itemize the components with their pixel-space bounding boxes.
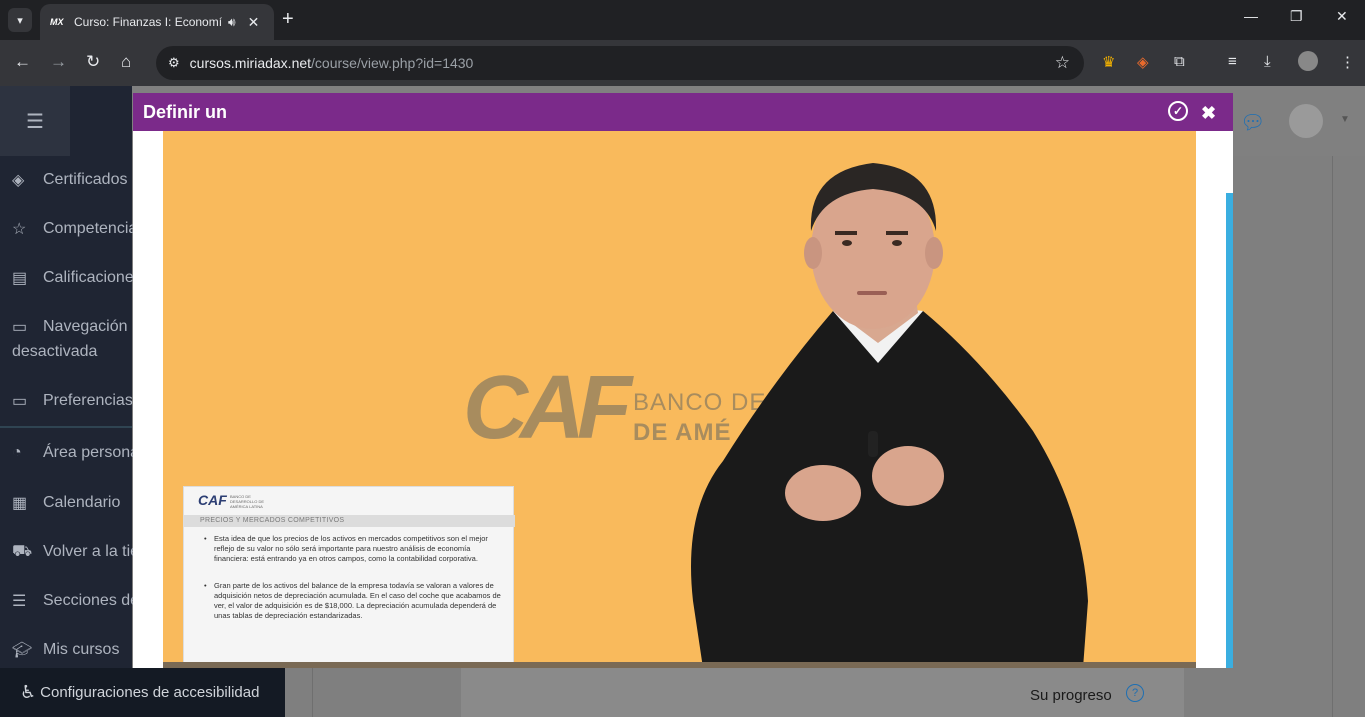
close-icon[interactable]: ✕ [248, 14, 260, 31]
accessibility-icon: ♿︎ [20, 682, 37, 702]
back-icon[interactable]: ← [14, 52, 31, 72]
divider [1332, 156, 1333, 717]
site-settings-icon[interactable]: ⚙ [168, 55, 180, 71]
url-text[interactable]: cursos.miriadax.net/course/view.php?id=1… [190, 55, 474, 71]
download-icon[interactable]: ⤓ [1264, 53, 1271, 70]
hamburger-menu-icon[interactable]: ☰ [0, 86, 70, 156]
close-window-icon[interactable]: ✕ [1336, 8, 1348, 25]
video-player[interactable]: CAF BANCO DE DE AMÉ CAF BANCO DE DESARRO… [163, 131, 1196, 668]
graduation-cap-icon: 🎓︎ [12, 642, 33, 659]
sidebar-item-label: Navegación [43, 318, 128, 335]
sidebar-item-label: Calendario [43, 494, 121, 511]
layers-icon: ◈ [12, 172, 25, 189]
calendar-icon: ▦ [12, 495, 28, 512]
sidebar-item-label: Competencias [43, 220, 146, 237]
browser-toolbar: ← → ↻ ⌂ ⚙ cursos.miriadax.net/course/vie… [0, 40, 1365, 86]
browser-tab[interactable]: MX Curso: Finanzas I: Economía 🔊︎ ✕ [40, 4, 274, 40]
modal-title: Definir un [143, 102, 227, 122]
presenter-figure [691, 163, 1088, 668]
folder-icon: ▭ [12, 319, 28, 336]
avatar[interactable] [1289, 104, 1323, 138]
new-tab-icon[interactable]: + [282, 8, 294, 31]
check-icon[interactable]: ✓ [1168, 101, 1188, 121]
bookmark-star-icon[interactable]: ☆ [1055, 53, 1070, 73]
menu-icon[interactable]: ⋮ [1340, 53, 1355, 71]
forward-icon[interactable]: → [50, 52, 67, 72]
star-icon: ☆ [12, 221, 27, 238]
video-modal: Definir un ✓ ✖ CAF BANCO DE DE AMÉ CAF B… [133, 93, 1233, 668]
browser-tabstrip: ▾ MX Curso: Finanzas I: Economía 🔊︎ ✕ + … [0, 0, 1365, 40]
progress-label: Su progreso [1030, 687, 1112, 704]
puzzle-extensions-icon[interactable]: ⧉ [1174, 53, 1185, 70]
sidebar-item-label: desactivada [12, 343, 98, 360]
chevron-down-icon[interactable]: ▼ [1340, 114, 1350, 125]
modal-header: Definir un ✓ ✖ [133, 93, 1233, 131]
dashboard-icon: ◔ [12, 444, 22, 461]
sidebar-item-calificaciones[interactable]: ▤ Calificaciones [12, 268, 142, 288]
reload-icon[interactable]: ↻ [86, 52, 100, 72]
sidebar-divider [0, 426, 132, 428]
sidebar-item-label: Mis cursos [43, 641, 120, 658]
sidebar-item-preferencias[interactable]: ▭ Preferencias [12, 391, 133, 411]
crown-extension-icon[interactable]: ♛ [1102, 53, 1115, 71]
media-control-icon[interactable]: ≡ [1228, 53, 1237, 70]
cart-icon: ⛟ [12, 543, 33, 560]
sidebar-item-navegacion[interactable]: ▭ Navegación [12, 317, 128, 337]
page: MI 💬︎ ▼ ☰ ◈ Certificados ☆ Competencias … [0, 86, 1365, 717]
sidebar: ☰ ◈ Certificados ☆ Competencias ▤ Califi… [0, 86, 186, 717]
sidebar-item-label: Preferencias [43, 392, 133, 409]
sidebar-item-label: Área personal [43, 444, 143, 461]
home-icon[interactable]: ⌂ [121, 52, 131, 72]
video-progress-bar[interactable] [163, 662, 1196, 668]
accessibility-label: Configuraciones de accesibilidad [40, 684, 260, 701]
tab-search-icon[interactable]: ▾ [8, 8, 32, 32]
folder-icon: ▭ [12, 393, 28, 410]
address-bar[interactable]: ⚙ cursos.miriadax.net/course/view.php?id… [156, 46, 1084, 80]
sidebar-item-competencias[interactable]: ☆ Competencias [12, 219, 145, 239]
sidebar-item-label: Certificados [43, 171, 128, 188]
sidebar-item-certificados[interactable]: ◈ Certificados [12, 170, 127, 190]
sidebar-item-area-personal[interactable]: ◔ Área personal [12, 444, 143, 462]
book-icon: ▤ [12, 270, 28, 287]
sidebar-item-navegacion-line2[interactable]: desactivada [12, 343, 97, 361]
favicon: MX [50, 17, 64, 27]
help-icon[interactable]: ? [1126, 684, 1144, 702]
sidebar-item-mis-cursos[interactable]: 🎓︎ Mis cursos [12, 640, 119, 660]
close-icon[interactable]: ✖ [1201, 103, 1216, 124]
audio-icon[interactable]: 🔊︎ [228, 15, 236, 30]
divider [312, 668, 313, 717]
modal-scrollbar[interactable] [1226, 193, 1233, 668]
list-icon: ☰ [12, 593, 27, 610]
sidebar-item-calendario[interactable]: ▦ Calendario [12, 493, 120, 513]
minimize-icon[interactable]: — [1244, 8, 1258, 24]
profile-icon[interactable] [1298, 51, 1318, 71]
restore-icon[interactable]: ❐ [1290, 8, 1303, 25]
tab-title: Curso: Finanzas I: Economía [74, 15, 222, 29]
chat-icon[interactable]: 💬︎ [1240, 110, 1265, 135]
sidebar-item-label: Calificaciones [43, 269, 142, 286]
hat-extension-icon[interactable]: ◈ [1137, 53, 1149, 71]
accessibility-settings-button[interactable]: ♿︎ Configuraciones de accesibilidad [0, 668, 285, 717]
